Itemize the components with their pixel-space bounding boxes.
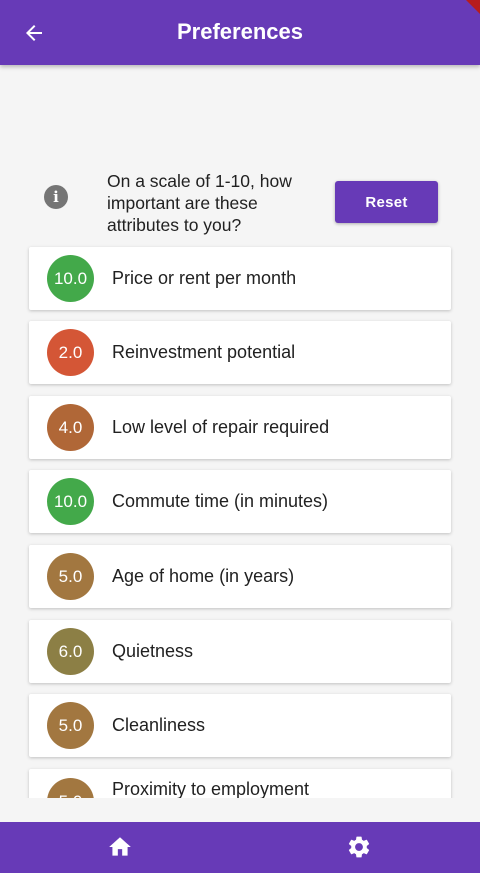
score-badge: 4.0: [47, 404, 94, 451]
page-title: Preferences: [177, 19, 303, 44]
attribute-label: Reinvestment potential: [112, 342, 296, 362]
score-badge: 10.0: [47, 478, 94, 525]
list-item[interactable]: 2.0 Reinvestment potential: [29, 321, 451, 384]
list-item[interactable]: 5.0 Cleanliness: [29, 694, 451, 757]
settings-icon: [348, 836, 370, 858]
settings-button[interactable]: [346, 834, 372, 860]
list-item[interactable]: 4.0 Low level of repair required: [29, 396, 451, 459]
reset-button[interactable]: Reset: [335, 181, 438, 223]
attribute-label: Proximity to employment: [112, 779, 310, 798]
home-button[interactable]: [107, 834, 133, 860]
list-item[interactable]: 5.0 Age of home (in years): [29, 545, 451, 608]
score-badge: 10.0: [47, 255, 94, 302]
attribute-label: Quietness: [112, 641, 194, 661]
attribute-label: Age of home (in years): [112, 566, 295, 586]
preferences-header: i On a scale of 1-10, how important are …: [0, 168, 480, 238]
list-item[interactable]: 10.0 Commute time (in minutes): [29, 470, 451, 533]
app-bar: Preferences: [0, 0, 480, 65]
score-badge: 6.0: [47, 628, 94, 675]
list-item[interactable]: 5.0 Proximity to employment: [29, 769, 451, 798]
scale-prompt: On a scale of 1-10, how important are th…: [107, 171, 292, 235]
score-badge: 5.0: [47, 702, 94, 749]
info-icon[interactable]: i: [44, 185, 68, 209]
attribute-label: Cleanliness: [112, 715, 206, 735]
debug-banner: [466, 0, 480, 14]
list-item[interactable]: 6.0 Quietness: [29, 620, 451, 683]
attribute-label: Price or rent per month: [112, 268, 297, 288]
bottom-navigation: [0, 822, 480, 873]
home-icon: [109, 837, 131, 856]
score-badge: 2.0: [47, 329, 94, 376]
attribute-label: Commute time (in minutes): [112, 491, 329, 511]
attribute-list[interactable]: 10.0 Price or rent per month 2.0 Reinves…: [0, 244, 480, 798]
score-badge: 5.0: [47, 778, 94, 798]
score-badge: 5.0: [47, 553, 94, 600]
list-item[interactable]: 10.0 Price or rent per month: [29, 247, 451, 310]
attribute-label: Low level of repair required: [112, 417, 330, 437]
